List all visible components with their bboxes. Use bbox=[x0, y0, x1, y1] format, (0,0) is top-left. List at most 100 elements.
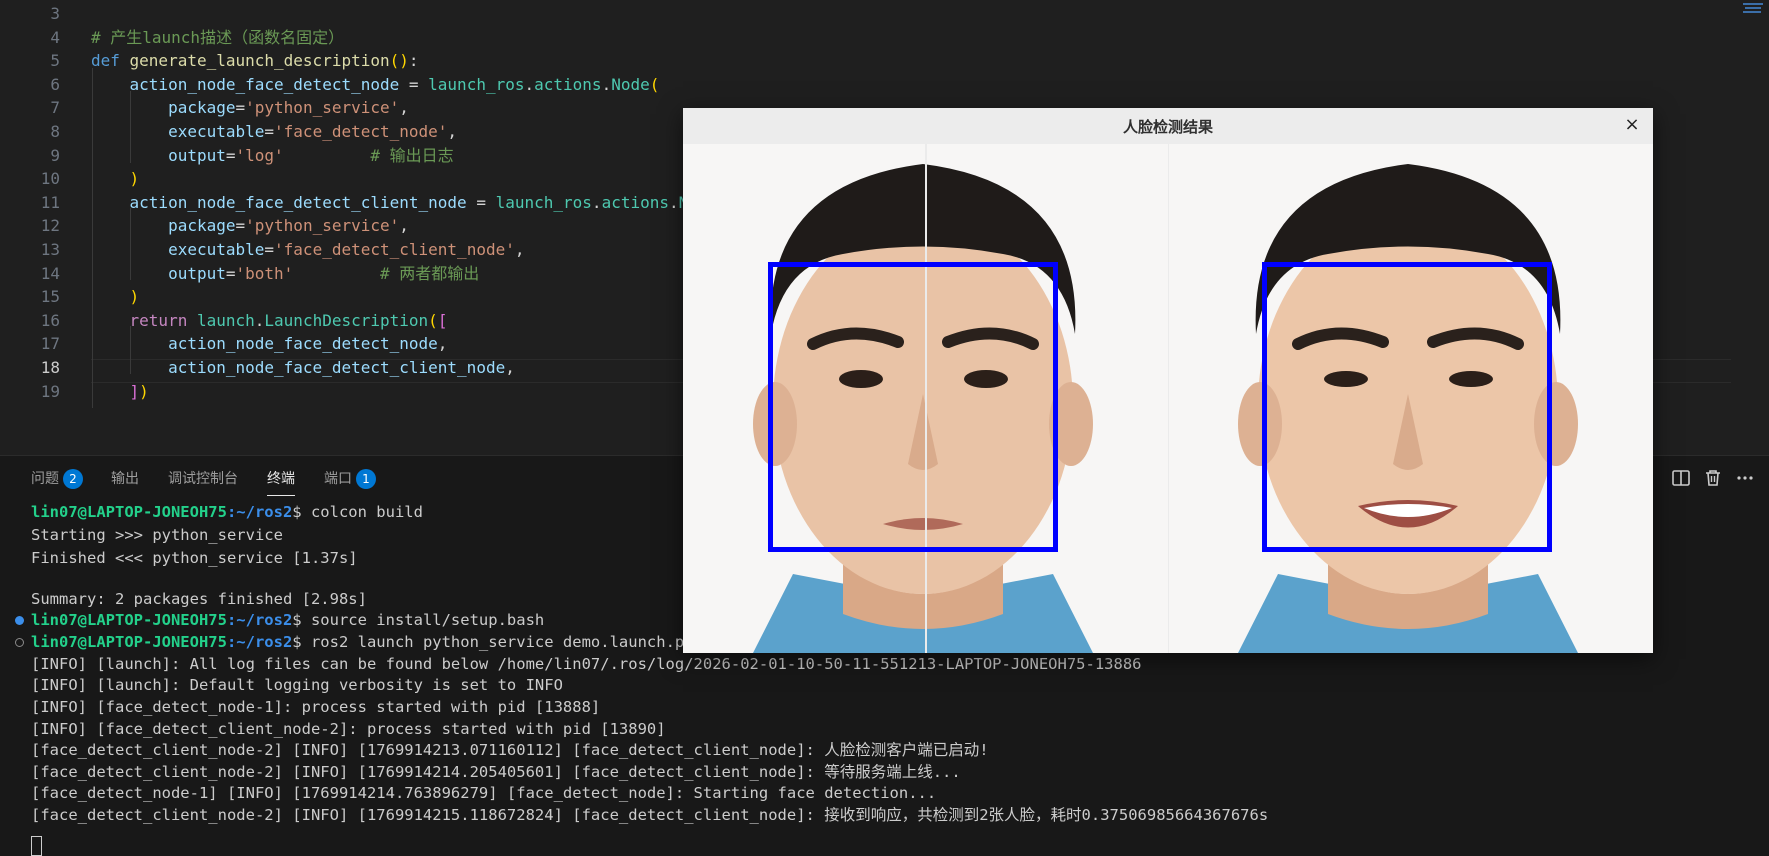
code-text: ) bbox=[91, 285, 140, 309]
code-token: def bbox=[91, 51, 130, 71]
code-text: executable='face_detect_client_node', bbox=[91, 238, 524, 262]
code-token: return bbox=[91, 310, 197, 330]
code-token: generate_launch_description bbox=[129, 51, 390, 71]
code-token: ( bbox=[649, 74, 660, 94]
code-token: Node bbox=[611, 74, 650, 94]
terminal-output-line: [face_detect_client_node-2] [INFO] [1769… bbox=[31, 739, 989, 761]
split-terminal-icon[interactable] bbox=[1669, 466, 1693, 490]
code-token: 'log' bbox=[235, 145, 284, 165]
terminal-text: [face_detect_client_node-2] [INFO] [1769… bbox=[31, 806, 1269, 825]
terminal-text: [face_detect_node-1] [INFO] [1769914214.… bbox=[31, 784, 937, 803]
terminal-text: Summary: 2 packages finished [2.98s] bbox=[31, 589, 367, 608]
code-token: . bbox=[601, 74, 612, 94]
face-detect-result-window[interactable]: 人脸检测结果 × bbox=[683, 108, 1653, 653]
code-token: LaunchDescription bbox=[264, 310, 429, 330]
code-token: # 产生launch描述（函数名固定） bbox=[91, 27, 345, 47]
terminal-text: $ source install/setup.bash bbox=[292, 611, 545, 630]
code-token: = bbox=[399, 74, 429, 94]
code-token: # 两者都输出 bbox=[293, 263, 480, 283]
line-number: 17 bbox=[40, 334, 60, 354]
terminal-output-line: [INFO] [face_detect_node-1]: process sta… bbox=[31, 696, 600, 718]
code-token: 'face_detect_client_node' bbox=[274, 240, 515, 259]
window-titlebar[interactable]: 人脸检测结果 × bbox=[683, 108, 1653, 145]
code-text: action_node_face_detect_client_node = la… bbox=[91, 191, 727, 215]
terminal-output-line: [INFO] [launch]: All log files can be fo… bbox=[31, 653, 1141, 675]
close-icon[interactable]: × bbox=[1621, 114, 1643, 136]
code-text: def generate_launch_description(): bbox=[91, 49, 419, 73]
line-number: 19 bbox=[40, 381, 60, 401]
code-token: : bbox=[408, 51, 419, 71]
terminal-prompt-line: lin07@LAPTOP-JONEOH75:~/ros2$ colcon bui… bbox=[31, 501, 423, 523]
line-number: 3 bbox=[50, 4, 60, 23]
terminal-output-line: [INFO] [launch]: Default logging verbosi… bbox=[31, 674, 563, 696]
terminal-text: [face_detect_client_node-2] [INFO] [1769… bbox=[31, 741, 989, 760]
line-number: 13 bbox=[40, 240, 60, 259]
tab-problems[interactable]: 问题 2 bbox=[31, 468, 83, 489]
tab-ports-label: 端口 bbox=[324, 471, 352, 487]
terminal-text: Starting >>> python_service bbox=[31, 526, 283, 544]
face-bounding-box bbox=[768, 262, 1058, 552]
terminal-text: [face_detect_client_node-2] [INFO] [1769… bbox=[31, 762, 961, 781]
terminal-cursor bbox=[31, 836, 42, 856]
code-text: action_node_face_detect_node, bbox=[91, 332, 447, 356]
ports-count-badge: 1 bbox=[356, 469, 376, 489]
code-text: output='log' # 输出日志 bbox=[91, 144, 454, 168]
tab-terminal-label: 终端 bbox=[267, 471, 295, 487]
face-bounding-box bbox=[1262, 262, 1552, 552]
code-token: , bbox=[399, 98, 409, 118]
prompt-path: :~/ros2 bbox=[226, 503, 293, 521]
code-token: . bbox=[254, 310, 265, 330]
tab-output[interactable]: 输出 bbox=[111, 468, 139, 488]
tab-debug-console-label: 调试控制台 bbox=[168, 471, 238, 487]
terminal-text: $ colcon build bbox=[292, 503, 423, 521]
code-text: package='python_service', bbox=[91, 214, 409, 238]
code-token: ) bbox=[91, 169, 140, 189]
tab-terminal[interactable]: 终端 bbox=[267, 468, 295, 496]
line-number: 5 bbox=[50, 51, 60, 71]
code-token: ) bbox=[91, 287, 140, 307]
prompt-user: lin07@LAPTOP-JONEOH75 bbox=[31, 632, 227, 651]
code-token: action_node_face_detect_client_node bbox=[91, 358, 506, 377]
code-token: 'python_service' bbox=[245, 98, 400, 118]
code-token: ( bbox=[428, 310, 438, 330]
code-token: launch bbox=[196, 310, 255, 330]
line-number: 18 bbox=[40, 358, 60, 377]
command-running-icon[interactable] bbox=[15, 637, 24, 647]
code-token: output bbox=[91, 145, 226, 165]
code-token: . bbox=[591, 192, 602, 212]
code-token: output bbox=[91, 263, 226, 283]
code-token: = bbox=[235, 216, 246, 236]
more-actions-icon[interactable] bbox=[1733, 466, 1757, 490]
terminal-text: [INFO] [launch]: All log files can be fo… bbox=[31, 654, 1142, 673]
code-token: () bbox=[389, 51, 409, 71]
code-token: action_node_face_detect_client_node bbox=[91, 192, 467, 212]
terminal-output-line: [face_detect_node-1] [INFO] [1769914214.… bbox=[31, 782, 936, 804]
tab-ports[interactable]: 端口 1 bbox=[324, 468, 376, 489]
terminal-output-line: [face_detect_client_node-2] [INFO] [1769… bbox=[31, 804, 1268, 826]
terminal-prompt-line: lin07@LAPTOP-JONEOH75:~/ros2$ source ins… bbox=[31, 609, 544, 631]
code-text: # 产生launch描述（函数名固定） bbox=[91, 26, 344, 50]
prompt-path: :~/ros2 bbox=[226, 632, 293, 651]
minimap-icon[interactable] bbox=[1743, 2, 1763, 16]
line-number: 10 bbox=[40, 169, 60, 189]
terminal-text: [INFO] [launch]: Default logging verbosi… bbox=[31, 676, 563, 695]
line-number: 12 bbox=[40, 216, 60, 236]
code-token: = bbox=[264, 240, 275, 259]
terminal-text: Finished <<< python_service [1.37s] bbox=[31, 549, 358, 567]
code-token: launch_ros bbox=[495, 192, 592, 212]
terminal-text: [INFO] [face_detect_client_node-2]: proc… bbox=[31, 719, 666, 738]
code-token: ) bbox=[139, 381, 149, 401]
code-text: ]) bbox=[91, 380, 149, 404]
code-token: , bbox=[447, 122, 458, 141]
terminal-output-line: [face_detect_client_node-2] [INFO] [1769… bbox=[31, 761, 961, 783]
code-token: = bbox=[466, 192, 496, 212]
window-title: 人脸检测结果 bbox=[1122, 118, 1213, 136]
problems-count-badge: 2 bbox=[63, 469, 83, 489]
command-success-icon[interactable] bbox=[15, 616, 24, 626]
code-token: action_node_face_detect_node bbox=[91, 334, 438, 354]
terminal-prompt-line: lin07@LAPTOP-JONEOH75:~/ros2$ ros2 launc… bbox=[31, 631, 694, 653]
trash-icon[interactable] bbox=[1701, 466, 1725, 490]
line-number: 8 bbox=[50, 122, 60, 141]
tab-debug-console[interactable]: 调试控制台 bbox=[168, 468, 238, 488]
terminal-text: [INFO] [face_detect_node-1]: process sta… bbox=[31, 697, 601, 716]
